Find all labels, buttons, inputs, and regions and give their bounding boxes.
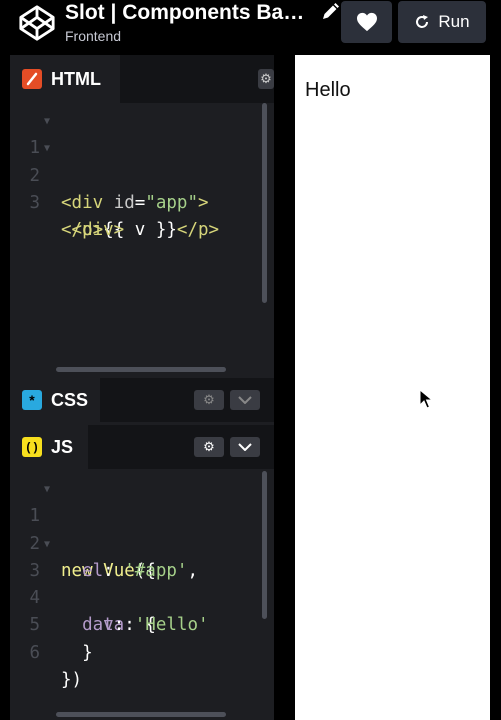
code-line: 4 v: 'Hello': [10, 558, 274, 635]
js-tab-bar: ( ) JS ⚙: [10, 425, 274, 469]
js-settings-button[interactable]: ⚙: [194, 437, 224, 457]
code-token: "app": [145, 192, 198, 213]
code-token: </div>: [61, 220, 125, 241]
tab-css-label: CSS: [51, 389, 89, 410]
fold-arrow-icon[interactable]: ▼: [44, 531, 50, 558]
code-line: 3 ▼ data: {: [10, 531, 274, 636]
js-horizontal-scrollbar[interactable]: [56, 712, 226, 717]
js-vertical-scrollbar[interactable]: [262, 471, 267, 619]
gear-icon: ⚙: [203, 392, 215, 407]
fold-arrow-icon[interactable]: ▼: [44, 108, 50, 135]
fold-arrow-icon[interactable]: ▼: [44, 476, 50, 503]
js-code-editor[interactable]: 1 ▼ new Vue({ 2 el: '#app', 3 ▼ data: { …: [10, 476, 274, 690]
code-token: >: [198, 192, 209, 213]
header: Slot | Components Basi... Frontend Run: [0, 0, 501, 55]
html-tab-bar: HTML ⚙: [10, 55, 274, 103]
code-token: id: [113, 192, 135, 213]
tab-css[interactable]: * CSS: [10, 378, 100, 422]
html-vertical-scrollbar[interactable]: [262, 103, 267, 303]
refresh-icon: [416, 15, 429, 28]
line-number: 3: [29, 192, 40, 213]
heart-button[interactable]: [341, 1, 392, 43]
code-line: 1 ▼ <div id="app">: [10, 108, 274, 213]
tab-js-label: JS: [51, 436, 74, 457]
preview-text: Hello: [305, 79, 351, 101]
code-line: 6 }): [10, 612, 274, 690]
css-tab-bar: * CSS ⚙: [10, 378, 274, 422]
edit-pencil-icon[interactable]: [320, 2, 340, 22]
resize-divider[interactable]: [274, 55, 295, 720]
js-collapse-button[interactable]: [230, 437, 260, 457]
pen-title[interactable]: Slot | Components Basi...: [65, 0, 313, 26]
right-edge: [490, 55, 501, 720]
mouse-cursor-icon: [419, 389, 433, 409]
css-icon: *: [22, 390, 42, 410]
gear-icon: ⚙: [260, 71, 272, 86]
pen-author[interactable]: Frontend: [65, 28, 121, 44]
code-line: 5 }: [10, 585, 274, 662]
run-button[interactable]: Run: [398, 1, 486, 43]
chevron-down-icon: [238, 443, 252, 451]
code-line: 3 </div>: [10, 163, 274, 240]
css-settings-button[interactable]: ⚙: [194, 390, 224, 410]
code-line: 2 el: '#app',: [10, 503, 274, 581]
tab-html[interactable]: HTML: [10, 55, 120, 103]
code-line: 2 ▼ <p>{{ v }}</p>: [10, 135, 274, 240]
run-label: Run: [438, 12, 470, 31]
chevron-down-icon: [238, 396, 252, 404]
code-line: 1 ▼ new Vue({: [10, 476, 274, 581]
line-number: 6: [29, 642, 40, 663]
css-collapse-button[interactable]: [230, 390, 260, 410]
heart-icon: [356, 12, 377, 32]
html-settings-button[interactable]: ⚙: [258, 69, 274, 89]
codepen-logo-icon[interactable]: [18, 4, 56, 42]
fold-arrow-icon[interactable]: ▼: [44, 135, 50, 162]
code-token: =: [134, 192, 146, 213]
code-token: }): [61, 670, 83, 691]
code-token: </p>: [176, 220, 220, 241]
result-preview: Hello: [295, 55, 490, 720]
gear-icon: ⚙: [203, 439, 215, 454]
tab-js[interactable]: ( ) JS: [10, 425, 88, 469]
html-code-editor[interactable]: 1 ▼ <div id="app"> 2 ▼ <p>{{ v }}</p> 3 …: [10, 108, 274, 240]
html-horizontal-scrollbar[interactable]: [56, 367, 226, 372]
html-icon: [22, 69, 42, 89]
js-icon: ( ): [22, 437, 42, 457]
editors-column: HTML ⚙ 1 ▼ <div id="app"> 2 ▼ <p>{{ v }}…: [10, 55, 274, 720]
tab-html-label: HTML: [51, 68, 101, 89]
